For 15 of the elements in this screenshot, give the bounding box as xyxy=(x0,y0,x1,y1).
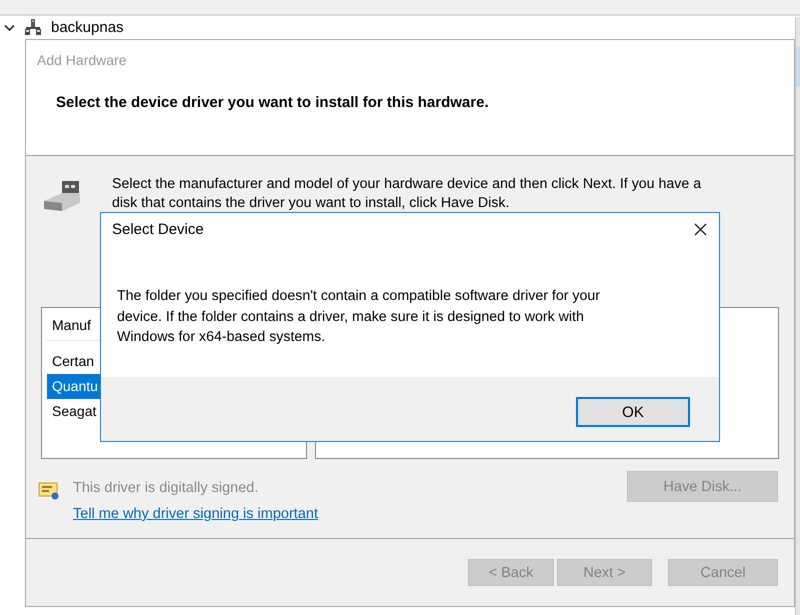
page-heading: Select the device driver you want to install for this hardware. xyxy=(56,94,489,111)
close-icon[interactable] xyxy=(694,222,707,236)
network-device-icon xyxy=(25,19,41,36)
window-title: Add Hardware xyxy=(37,52,126,68)
dialog-title: Select Device xyxy=(112,220,204,238)
tree-item-label[interactable]: backupnas xyxy=(51,19,124,36)
signing-info-link[interactable]: Tell me why driver signing is important xyxy=(73,506,318,522)
chevron-down-icon[interactable] xyxy=(4,24,15,32)
certificate-icon xyxy=(38,482,60,500)
scrollbar[interactable] xyxy=(795,17,800,615)
instructions-text: Select the manufacturer and model of your hardware device and then click Next. If you have a disk that contains the driver you want to install, click Have Disk. xyxy=(112,175,702,213)
hard-drive-icon xyxy=(42,181,82,211)
ok-button[interactable]: OK xyxy=(576,397,690,427)
error-message: The folder you specified doesn't contain a compatible software driver for your device. If the folder contains a driver, make sure it is designed to work with Windows for x64-based systems. xyxy=(117,287,601,347)
signing-status-text: This driver is digitally signed. xyxy=(73,480,258,496)
